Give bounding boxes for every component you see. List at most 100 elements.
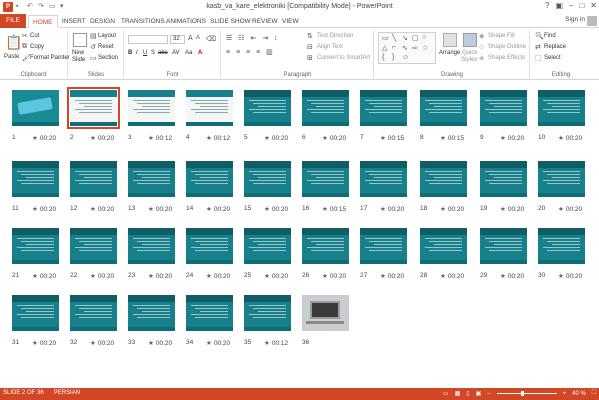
reset-icon[interactable]: ↺ bbox=[90, 43, 96, 51]
shape-fill-icon[interactable]: ◆ bbox=[479, 32, 484, 40]
layout-button[interactable]: Layout bbox=[98, 33, 116, 39]
maximize-button[interactable]: □ bbox=[579, 1, 584, 10]
slide-thumbnail[interactable] bbox=[128, 228, 175, 264]
smiley-shape-icon[interactable]: ☺ bbox=[402, 54, 409, 61]
transition-star-icon[interactable]: ★ bbox=[380, 273, 386, 280]
shape-fill-button[interactable]: Shape Fill bbox=[488, 33, 515, 39]
align-text-icon[interactable]: ⊟ bbox=[307, 43, 313, 51]
transition-star-icon[interactable]: ★ bbox=[264, 273, 270, 280]
layout-icon[interactable]: ▤ bbox=[90, 32, 97, 40]
shape-effects-icon[interactable]: ◈ bbox=[479, 54, 484, 62]
font-size-combo[interactable]: 32 bbox=[170, 35, 185, 44]
grow-font-icon[interactable]: A bbox=[188, 35, 193, 42]
tab-insert[interactable]: INSERT bbox=[62, 15, 86, 28]
zoom-in-button[interactable]: + bbox=[563, 391, 567, 397]
font-color-button[interactable]: A bbox=[198, 50, 202, 56]
text-direction-button[interactable]: Text Direction bbox=[317, 33, 353, 39]
paste-button[interactable]: Paste bbox=[4, 54, 19, 60]
find-button[interactable]: Find bbox=[544, 33, 556, 39]
arrange-icon[interactable] bbox=[443, 33, 457, 47]
transition-star-icon[interactable]: ★ bbox=[322, 135, 328, 142]
character-spacing-button[interactable]: AV bbox=[172, 50, 180, 56]
smartart-icon[interactable]: ⊞ bbox=[307, 54, 313, 62]
transition-star-icon[interactable]: ★ bbox=[206, 273, 212, 280]
slide-thumbnail[interactable] bbox=[244, 228, 291, 264]
star-shape-icon[interactable]: ☆ bbox=[422, 44, 428, 52]
tab-file[interactable]: FILE bbox=[0, 14, 26, 28]
slide-thumbnail[interactable] bbox=[302, 228, 349, 264]
shadow-button[interactable]: S bbox=[151, 50, 155, 56]
arrange-button[interactable]: Arrange bbox=[439, 50, 460, 56]
font-name-combo[interactable] bbox=[128, 35, 168, 44]
transition-star-icon[interactable]: ★ bbox=[380, 206, 386, 213]
copy-icon[interactable]: ⧉ bbox=[22, 43, 27, 51]
slide-thumbnail[interactable] bbox=[538, 90, 585, 126]
cut-button[interactable]: Cut bbox=[30, 33, 39, 39]
transition-star-icon[interactable]: ★ bbox=[500, 206, 506, 213]
slide-sorter-pane[interactable]: 1 ★ 00:20 2 ★ 00:20 3 ★ 00:12 4 ★ 00:12 5 ★ 00:20 6 ★ 00:… bbox=[0, 80, 599, 388]
transition-star-icon[interactable]: ★ bbox=[148, 273, 154, 280]
bold-button[interactable]: B bbox=[128, 50, 132, 56]
quick-styles-button[interactable]: Quick bbox=[462, 50, 477, 56]
slide-thumbnail[interactable] bbox=[186, 228, 233, 264]
transition-star-icon[interactable]: ★ bbox=[440, 273, 446, 280]
section-icon[interactable]: ▭ bbox=[90, 54, 97, 62]
quick-styles-button-line2[interactable]: Styles bbox=[461, 57, 477, 63]
minimize-button[interactable]: – bbox=[569, 1, 573, 10]
transition-star-icon[interactable]: ★ bbox=[440, 206, 446, 213]
transition-star-icon[interactable]: ★ bbox=[32, 273, 38, 280]
ribbon-display-button[interactable]: ▣ bbox=[555, 1, 563, 10]
tab-slide-show[interactable]: SLIDE SHOW bbox=[210, 15, 251, 28]
shrink-font-icon[interactable]: A bbox=[196, 35, 200, 41]
zoom-slider[interactable] bbox=[496, 391, 557, 396]
zoom-out-button[interactable]: – bbox=[487, 391, 490, 397]
slide-thumbnail[interactable] bbox=[70, 228, 117, 264]
slide-thumbnail[interactable] bbox=[538, 228, 585, 264]
slide-thumbnail[interactable] bbox=[480, 228, 527, 264]
slide-thumbnail[interactable] bbox=[128, 90, 175, 126]
replace-icon[interactable]: ⇄ bbox=[535, 43, 541, 51]
user-avatar[interactable] bbox=[587, 16, 597, 26]
fit-slide-icon[interactable]: ⛶ bbox=[592, 390, 596, 397]
slide-thumbnail[interactable] bbox=[480, 90, 527, 126]
transition-star-icon[interactable]: ★ bbox=[440, 135, 446, 142]
language-status[interactable]: PERSIAN bbox=[54, 390, 80, 396]
copy-button[interactable]: Copy bbox=[30, 44, 44, 50]
clear-formatting-icon[interactable]: ⌫ bbox=[206, 35, 216, 43]
oval-shape-icon[interactable]: ○ bbox=[422, 34, 426, 41]
slide-thumbnail[interactable] bbox=[67, 87, 120, 129]
rectangle-shape-icon[interactable]: ▢ bbox=[412, 34, 419, 42]
slide-thumbnail[interactable] bbox=[12, 295, 59, 331]
align-buttons-icon[interactable]: ≡ ≡ ≡ ≡ ▥ bbox=[226, 48, 275, 56]
slide-thumbnail[interactable] bbox=[186, 161, 233, 197]
slide-thumbnail[interactable] bbox=[12, 228, 59, 264]
transition-star-icon[interactable]: ★ bbox=[206, 135, 212, 142]
cut-icon[interactable]: ✂ bbox=[22, 32, 28, 40]
transition-star-icon[interactable]: ★ bbox=[558, 135, 564, 142]
slide-thumbnail[interactable] bbox=[302, 295, 349, 331]
transition-star-icon[interactable]: ★ bbox=[322, 206, 328, 213]
shapes-gallery[interactable]: ▭ ╲ ↘ ▢ ○ △ ⌐ ∿ ⇨ ☆ { } ☺ bbox=[378, 32, 436, 64]
slide-thumbnail[interactable] bbox=[360, 228, 407, 264]
slide-thumbnail[interactable] bbox=[420, 228, 467, 264]
transition-star-icon[interactable]: ★ bbox=[500, 135, 506, 142]
find-icon[interactable]: 🔍 bbox=[535, 32, 544, 40]
tab-animations[interactable]: ANIMATIONS bbox=[166, 15, 206, 28]
new-slide-button[interactable]: New bbox=[72, 50, 84, 56]
slide-thumbnail[interactable] bbox=[302, 161, 349, 197]
transition-star-icon[interactable]: ★ bbox=[32, 340, 38, 347]
transition-star-icon[interactable]: ★ bbox=[148, 135, 154, 142]
transition-star-icon[interactable]: ★ bbox=[322, 273, 328, 280]
slide-thumbnail[interactable] bbox=[420, 161, 467, 197]
new-slide-icon[interactable] bbox=[73, 33, 87, 47]
paste-icon[interactable]: 📋 bbox=[5, 34, 22, 51]
replace-button[interactable]: Replace bbox=[544, 44, 566, 50]
align-text-button[interactable]: Align Text bbox=[317, 44, 343, 50]
text-direction-icon[interactable]: ⇅ bbox=[307, 32, 313, 40]
transition-star-icon[interactable]: ★ bbox=[148, 340, 154, 347]
transition-star-icon[interactable]: ★ bbox=[264, 135, 270, 142]
new-slide-button-line2[interactable]: Slide bbox=[72, 57, 85, 63]
transition-star-icon[interactable]: ★ bbox=[90, 206, 96, 213]
transition-star-icon[interactable]: ★ bbox=[90, 273, 96, 280]
select-button[interactable]: Select bbox=[544, 55, 561, 61]
